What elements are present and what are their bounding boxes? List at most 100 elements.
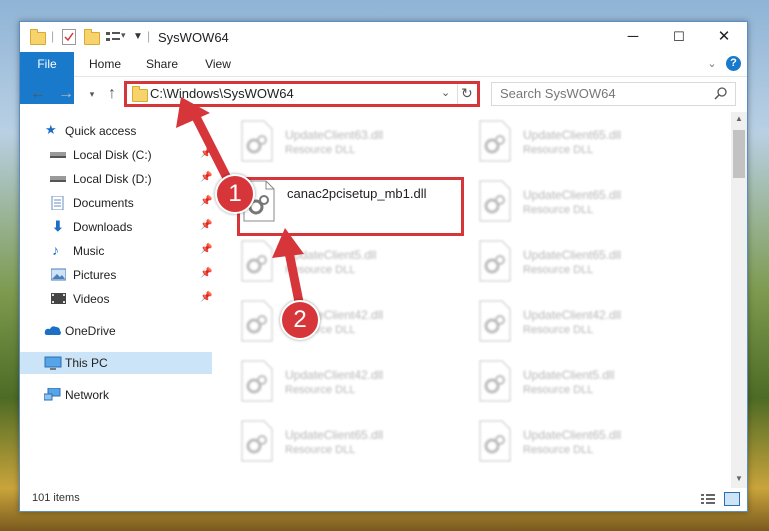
- star-icon: ★: [45, 122, 57, 137]
- dll-file-icon: [478, 120, 512, 162]
- sidebar-item-quick-access[interactable]: ★ Quick access: [20, 120, 212, 142]
- pin-icon[interactable]: 📌: [200, 244, 212, 255]
- sidebar-item-label: Music: [73, 244, 105, 258]
- pictures-icon: [50, 268, 67, 281]
- file-item[interactable]: UpdateClient65.dll Resource DLL: [240, 420, 470, 472]
- pin-icon[interactable]: 📌: [200, 172, 212, 183]
- back-arrow-icon[interactable]: ←: [28, 83, 48, 105]
- documents-icon: [51, 195, 65, 211]
- search-box[interactable]: Search SysWOW64: [491, 82, 736, 106]
- file-name: UpdateClient63.dll: [285, 128, 384, 142]
- file-type: Resource DLL: [285, 384, 356, 396]
- tab-share[interactable]: Share: [138, 52, 186, 76]
- close-button[interactable]: ✕: [701, 22, 747, 52]
- sidebar-item-this-pc[interactable]: This PC: [20, 352, 212, 374]
- file-type: Resource DLL: [285, 144, 356, 156]
- search-input[interactable]: Search SysWOW64: [500, 86, 616, 101]
- file-name: UpdateClient65.dll: [523, 188, 622, 202]
- sidebar-item-label: Pictures: [73, 268, 117, 282]
- pin-icon[interactable]: 📌: [200, 148, 212, 159]
- file-name: UpdateClient42.dll: [523, 308, 622, 322]
- file-type: Resource DLL: [523, 204, 594, 216]
- download-icon: ⬇: [52, 218, 64, 234]
- vertical-scrollbar[interactable]: ▲ ▼: [731, 112, 747, 488]
- sidebar-item-label: Downloads: [73, 220, 133, 234]
- properties-icon[interactable]: [62, 29, 76, 45]
- file-type: Resource DLL: [285, 264, 356, 276]
- details-view-icon[interactable]: [701, 493, 715, 508]
- sidebar-item-label: Quick access: [65, 124, 137, 138]
- file-item[interactable]: UpdateClient65.dll Resource DLL: [478, 240, 708, 292]
- sidebar-item-onedrive[interactable]: OneDrive: [20, 320, 212, 342]
- dll-file-icon: [478, 420, 512, 462]
- sidebar-item-local-disk-d[interactable]: Local Disk (D:) 📌: [20, 168, 212, 190]
- sidebar-item-downloads[interactable]: ⬇ Downloads 📌: [20, 216, 212, 238]
- file-name: UpdateClient5.dll: [523, 368, 615, 382]
- maximize-button[interactable]: ☐: [656, 22, 702, 52]
- step-badge-2: 2: [280, 300, 320, 340]
- dll-file-icon: [240, 240, 274, 282]
- sidebar-item-music[interactable]: ♪ Music 📌: [20, 240, 212, 262]
- scroll-down-icon[interactable]: ▼: [735, 474, 743, 483]
- file-type: Resource DLL: [523, 384, 594, 396]
- computer-icon: [44, 356, 62, 370]
- sidebar-item-documents[interactable]: Documents 📌: [20, 192, 212, 214]
- file-name: UpdateClient65.dll: [523, 428, 622, 442]
- pin-icon[interactable]: 📌: [200, 196, 212, 207]
- ribbon-collapse-icon[interactable]: ⌄: [704, 52, 720, 76]
- file-item[interactable]: UpdateClient5.dll Resource DLL: [478, 360, 708, 412]
- forward-arrow-icon[interactable]: →: [56, 83, 76, 105]
- file-item[interactable]: UpdateClient65.dll Resource DLL: [478, 420, 708, 472]
- pin-icon[interactable]: 📌: [200, 292, 212, 303]
- new-folder-icon[interactable]: [84, 29, 100, 45]
- step-badge-1: 1: [215, 174, 255, 214]
- sidebar-item-local-disk-c[interactable]: Local Disk (C:) 📌: [20, 144, 212, 166]
- tab-home[interactable]: Home: [82, 52, 128, 76]
- file-highlight: [237, 177, 464, 236]
- search-icon[interactable]: [714, 86, 728, 103]
- dll-file-icon: [478, 240, 512, 282]
- up-arrow-icon[interactable]: ↑: [102, 83, 122, 105]
- sidebar-item-label: Videos: [73, 292, 110, 306]
- qa-dropdown-icon[interactable]: ▾: [121, 30, 126, 46]
- minimize-button[interactable]: ─: [610, 22, 656, 52]
- sidebar-item-label: Local Disk (C:): [73, 148, 152, 162]
- pin-icon[interactable]: 📌: [200, 268, 212, 279]
- scrollbar-thumb[interactable]: [733, 130, 745, 178]
- file-name: UpdateClient65.dll: [285, 428, 384, 442]
- qa-separator: |: [147, 29, 151, 43]
- large-icons-view-icon[interactable]: [724, 492, 740, 506]
- status-bar: 101 items: [20, 488, 747, 511]
- scroll-up-icon[interactable]: ▲: [735, 114, 743, 123]
- sidebar-item-label: Network: [65, 388, 110, 402]
- tab-view[interactable]: View: [196, 52, 240, 76]
- sidebar-item-label: Documents: [73, 196, 134, 210]
- dll-file-icon: [478, 180, 512, 222]
- sidebar-item-pictures[interactable]: Pictures 📌: [20, 264, 212, 286]
- dll-file-icon: [478, 300, 512, 342]
- dll-file-icon: [240, 360, 274, 402]
- file-item[interactable]: UpdateClient5.dll Resource DLL: [240, 240, 470, 292]
- customize-icon[interactable]: [106, 31, 120, 43]
- pin-icon[interactable]: 📌: [200, 220, 212, 231]
- sidebar-item-videos[interactable]: Videos 📌: [20, 288, 212, 310]
- navigation-pane: ★ Quick access Local Disk (C:) 📌 Local D…: [20, 112, 212, 488]
- file-item[interactable]: UpdateClient65.dll Resource DLL: [478, 120, 708, 172]
- file-item[interactable]: UpdateClient42.dll Resource DLL: [478, 300, 708, 352]
- folder-icon[interactable]: [30, 29, 46, 45]
- file-item[interactable]: UpdateClient42.dll Resource DLL: [240, 360, 470, 412]
- ribbon-tabs: File Home Share View ⌄ ?: [20, 52, 747, 104]
- file-item[interactable]: UpdateClient65.dll Resource DLL: [478, 180, 708, 232]
- file-name: UpdateClient65.dll: [523, 248, 622, 262]
- file-type: Resource DLL: [523, 264, 594, 276]
- qa-customize-arrow-icon[interactable]: ▼: [133, 31, 143, 47]
- item-count: 101 items: [32, 492, 80, 504]
- sidebar-item-label: This PC: [65, 356, 108, 370]
- help-icon[interactable]: ?: [726, 56, 741, 71]
- file-item[interactable]: UpdateClient42.dll Resource DLL: [240, 300, 470, 352]
- sidebar-item-network[interactable]: Network: [20, 384, 212, 406]
- title-bar: | ▾ ▼ | SysWOW64 ─ ☐ ✕: [20, 22, 747, 52]
- recent-locations-icon[interactable]: ▾: [82, 83, 102, 105]
- qa-separator: |: [51, 29, 55, 43]
- file-item[interactable]: UpdateClient63.dll Resource DLL: [240, 120, 470, 172]
